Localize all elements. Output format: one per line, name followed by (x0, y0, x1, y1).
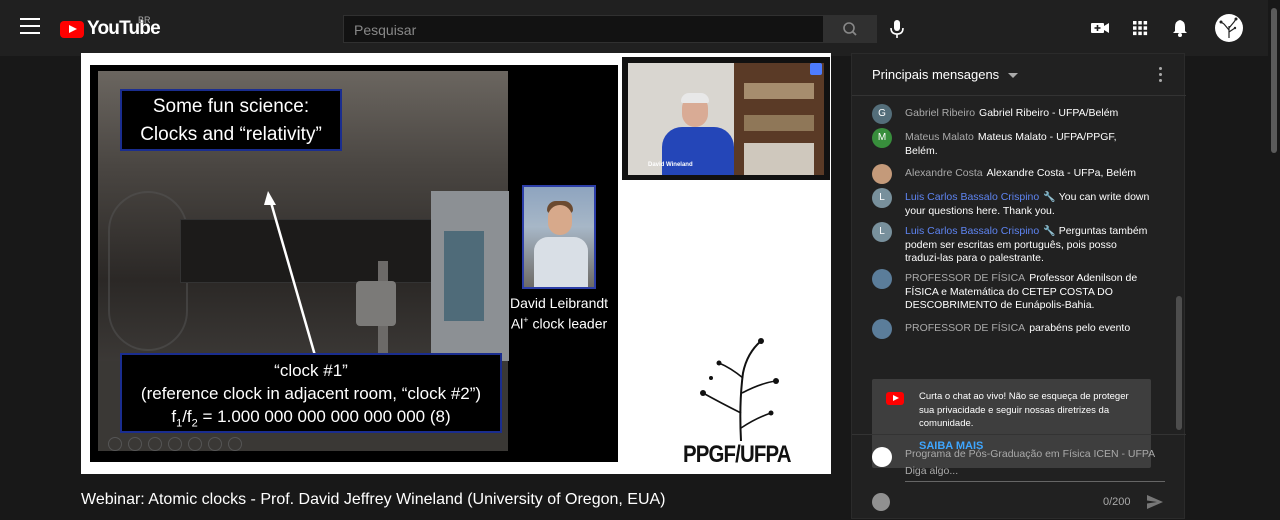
ppgf-logo-text: PPGF/UFPA (683, 441, 791, 468)
author-avatar[interactable] (872, 269, 892, 289)
chat-mode-dropdown[interactable]: Principais mensagens (872, 67, 999, 82)
notifications-bell-icon[interactable] (1170, 18, 1190, 38)
slide-title-line2: Clocks and “relativity” (140, 124, 322, 145)
youtube-play-icon (60, 20, 84, 38)
speaker-name: David Wineland (648, 162, 693, 168)
message-author[interactable]: Luis Carlos Bassalo Crispino (905, 225, 1039, 237)
chat-message-input[interactable]: Diga algo... (905, 465, 1165, 482)
caption-line2: (reference clock in adjacent room, “cloc… (140, 384, 482, 403)
video-title: Webinar: Atomic clocks - Prof. David Jef… (81, 491, 666, 508)
message-body: Luis Carlos Bassalo Crispino 🔧 You can wri… (905, 188, 1152, 218)
slide-control-icon (128, 437, 142, 451)
menu-icon[interactable] (20, 18, 40, 36)
input-author: Programa de Pós-Graduação em Física ICEN… (905, 448, 1156, 460)
message-author[interactable]: Alexandre Costa (905, 167, 983, 179)
ppgf-logo: PPGF/UFPA (681, 333, 801, 473)
message-author[interactable]: Gabriel Ribeiro (905, 107, 975, 119)
chat-message: L Luis Carlos Bassalo Crispino 🔧 Perguntas … (872, 222, 1152, 266)
slide-title-line1: Some fun science: (152, 96, 310, 117)
emoji-icon[interactable] (872, 493, 890, 511)
message-text: Alexandre Costa - UFPa, Belém (986, 167, 1137, 179)
chat-message: G Gabriel Ribeiro Gabriel Ribeiro - UFPA/B… (872, 104, 1152, 124)
send-icon[interactable] (1146, 494, 1164, 510)
slide-control-icon (168, 437, 182, 451)
user-avatar (872, 447, 892, 467)
person-role: Al+ clock leader (510, 315, 608, 332)
person-name: David Leibrandt (509, 295, 609, 311)
message-text: parabéns pelo evento (1029, 322, 1131, 334)
video-player[interactable]: Some fun science: Clocks and “relativity… (81, 53, 831, 474)
notice-text: Curta o chat ao vivo! Não se esqueça de … (919, 391, 1129, 429)
chat-messages: G Gabriel Ribeiro Gabriel Ribeiro - UFPA/B… (852, 96, 1186, 468)
author-avatar[interactable]: L (872, 188, 892, 208)
message-body: Gabriel Ribeiro Gabriel Ribeiro - UFPA/Be… (905, 104, 1152, 121)
chat-message: PROFESSOR DE FÍSICA Professor Adenilson d… (872, 269, 1152, 313)
chat-message: Alexandre Costa Alexandre Costa - UFPa, B… (872, 164, 1152, 184)
char-counter: 0/200 (1103, 496, 1131, 508)
message-body: Alexandre Costa Alexandre Costa - UFPa, B… (905, 164, 1152, 181)
page-scrollbar[interactable] (1268, 0, 1280, 519)
person-caption: David Leibrandt Al+ clock leader (500, 295, 618, 333)
author-avatar[interactable] (872, 319, 892, 339)
message-body: PROFESSOR DE FÍSICA parabéns pelo evento (905, 319, 1152, 336)
chevron-down-icon[interactable] (1008, 73, 1018, 78)
apps-grid-icon[interactable] (1130, 18, 1150, 38)
caption-line1: “clock #1” (274, 361, 348, 380)
microphone-icon[interactable] (889, 19, 905, 39)
message-author[interactable]: Mateus Malato (905, 131, 974, 143)
tree-logo-icon (700, 338, 779, 442)
slide-control-icon (228, 437, 242, 451)
top-bar: YouTube BR Pesquisar (0, 0, 1280, 56)
author-avatar[interactable]: L (872, 222, 892, 242)
message-author[interactable]: PROFESSOR DE FÍSICA (905, 272, 1025, 284)
chat-message: M Mateus Malato Mateus Malato - UFPA/PPGF,… (872, 128, 1152, 158)
moderator-wrench-icon: 🔧 (1043, 192, 1056, 203)
slide-control-icon (208, 437, 222, 451)
chat-scrollbar[interactable] (1173, 96, 1185, 432)
search-placeholder: Pesquisar (354, 22, 417, 38)
search-button[interactable] (823, 15, 877, 43)
youtube-logo[interactable]: YouTube BR (60, 15, 161, 40)
message-author[interactable]: PROFESSOR DE FÍSICA (905, 322, 1025, 334)
message-body: Luis Carlos Bassalo Crispino 🔧 Perguntas t… (905, 222, 1152, 266)
chat-header: Principais mensagens (852, 54, 1186, 96)
message-body: Mateus Malato Mateus Malato - UFPA/PPGF, … (905, 128, 1152, 158)
chat-scrollbar-thumb[interactable] (1176, 296, 1182, 430)
slide-title-box: Some fun science: Clocks and “relativity… (120, 89, 342, 151)
slide-control-icon (148, 437, 162, 451)
more-options-icon[interactable] (1159, 67, 1163, 83)
message-body: PROFESSOR DE FÍSICA Professor Adenilson d… (905, 269, 1152, 313)
caption-line3: f1/f2 = 1.000 000 000 000 000 000 (8) (171, 407, 451, 430)
create-video-icon[interactable] (1090, 18, 1110, 38)
moderator-wrench-icon: 🔧 (1043, 226, 1056, 237)
slide-caption-box: “clock #1” (reference clock in adjacent … (120, 353, 502, 433)
message-text: Gabriel Ribeiro - UFPA/Belém (979, 107, 1119, 119)
slide-control-icon (108, 437, 122, 451)
country-code: BR (138, 15, 151, 25)
person-photo (522, 185, 596, 289)
chat-message: PROFESSOR DE FÍSICA parabéns pelo evento (872, 319, 1152, 339)
bookshelf (734, 63, 824, 175)
live-chat: Principais mensagens G Gabriel Ribeiro Gab… (851, 53, 1186, 520)
message-author[interactable]: Luis Carlos Bassalo Crispino (905, 191, 1039, 203)
chat-message: L Luis Carlos Bassalo Crispino 🔧 You can wr… (872, 188, 1152, 218)
search-input[interactable]: Pesquisar (343, 15, 823, 43)
slide-control-icon (188, 437, 202, 451)
speaker-camera: David Wineland (622, 57, 830, 180)
presentation-slide: Some fun science: Clocks and “relativity… (90, 65, 618, 462)
tree-logo-icon (1219, 17, 1238, 38)
page-scrollbar-thumb[interactable] (1271, 8, 1277, 153)
slide-controls (108, 437, 242, 451)
author-avatar[interactable]: G (872, 104, 892, 124)
account-avatar[interactable] (1215, 14, 1243, 42)
chat-input-area: Programa de Pós-Graduação em Física ICEN… (852, 434, 1186, 520)
youtube-icon (886, 392, 904, 405)
author-avatar[interactable]: M (872, 128, 892, 148)
search-icon (843, 22, 857, 36)
audio-indicator-icon (810, 63, 822, 75)
author-avatar[interactable] (872, 164, 892, 184)
